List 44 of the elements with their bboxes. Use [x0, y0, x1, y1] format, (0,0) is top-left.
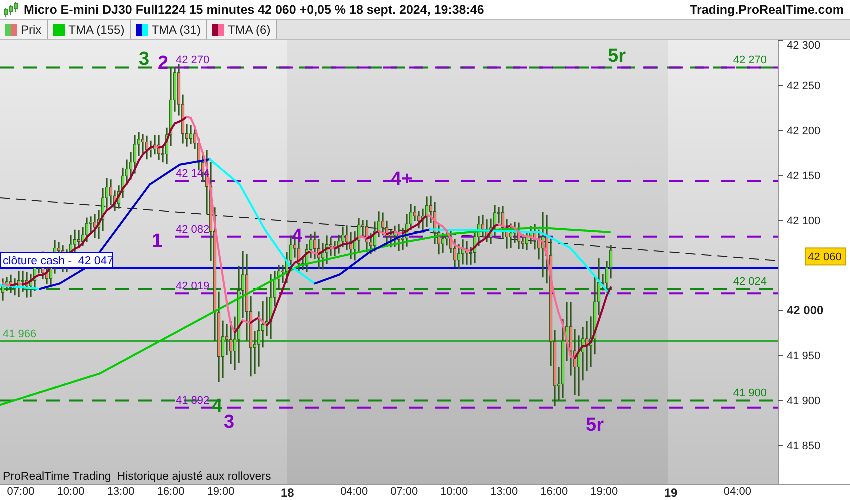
level-label: 42 270: [733, 54, 767, 67]
time-tick-label: 19:00: [590, 486, 618, 498]
current-price-badge: 42 060: [805, 248, 846, 266]
window-title: Micro E-mini DJ30 Full1224 15 minutes 42 060 +0,05 % 18 sept. 2024, 19:38:46: [24, 2, 486, 16]
time-tick-label: 16:00: [157, 486, 185, 498]
time-tick-label: 07:00: [390, 486, 418, 498]
wave-label: 5r: [586, 415, 604, 436]
price-tick-label: 41 950: [787, 350, 821, 363]
time-tick-label: 18: [281, 486, 294, 500]
time-tick-label: 19:00: [207, 486, 235, 498]
price-tick-label: 42 150: [787, 170, 821, 183]
close-label: clôture cash - 42 047: [0, 252, 114, 268]
level-label: 42 270: [176, 54, 210, 67]
time-tick-label: 07:00: [7, 486, 35, 498]
time-tick-label: 13:00: [107, 486, 135, 498]
wave-label: 5r: [608, 46, 626, 67]
level-label: 42 019: [176, 280, 210, 293]
level-label: 42 082: [176, 224, 210, 236]
time-tick-label: 13:00: [490, 486, 518, 498]
price-tick-label: 42 250: [787, 80, 821, 93]
time-tick-label: 19: [664, 486, 678, 500]
price-tick-label: 41 850: [787, 440, 821, 453]
candlestick-icon: [4, 2, 18, 18]
time-tick-label: 04:00: [340, 486, 368, 498]
level-label: 41 892: [176, 394, 210, 407]
level-label: 41 900: [733, 388, 767, 400]
wave-label: 4: [292, 226, 303, 247]
wave-label: 3: [224, 412, 235, 433]
wave-label: 1: [152, 231, 163, 252]
time-tick-label: 10:00: [57, 486, 85, 498]
level-label: 41 966: [3, 328, 37, 340]
site-label: Trading.ProRealTime.com: [690, 2, 844, 16]
price-tick-label: 42 200: [787, 126, 821, 138]
price-tick-label: 41 900: [787, 396, 821, 408]
chart-note: Historique ajusté aux rollovers: [117, 471, 272, 483]
time-tick-label: 16:00: [540, 486, 568, 498]
time-tick-label: 04:00: [724, 486, 752, 498]
wave-label: 3: [139, 49, 150, 70]
level-label: 42 024: [733, 276, 767, 288]
time-tick-label: 10:00: [440, 486, 468, 498]
price-tick-label: 42 100: [787, 216, 821, 228]
price-tick-label: 42 000: [787, 304, 824, 318]
price-tick-label: 42 300: [787, 40, 821, 52]
chart-note: ProRealTime Trading: [3, 471, 112, 483]
